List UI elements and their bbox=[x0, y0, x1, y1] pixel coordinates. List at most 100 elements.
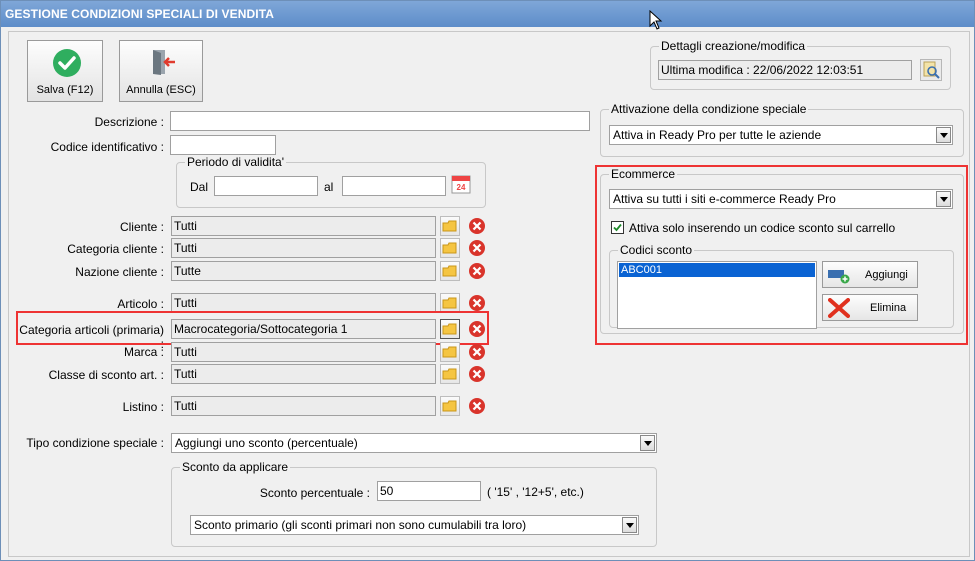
attivazione-select[interactable]: Attiva in Ready Pro per tutte le aziende bbox=[609, 125, 953, 145]
clear-icon bbox=[469, 240, 485, 256]
marca-browse-button[interactable] bbox=[440, 342, 460, 362]
classe-sconto-field: Tutti bbox=[171, 364, 436, 384]
folder-icon bbox=[442, 297, 457, 309]
search-icon bbox=[923, 61, 940, 79]
clear-icon bbox=[469, 344, 485, 360]
marca-clear-button[interactable] bbox=[467, 342, 487, 362]
categoria-cliente-field: Tutti bbox=[171, 238, 436, 258]
calendar-icon: 24 bbox=[451, 175, 471, 194]
sconto-percentuale-label: Sconto percentuale : bbox=[259, 486, 370, 500]
attivazione-group: Attivazione della condizione speciale At… bbox=[600, 102, 964, 157]
check-circle-icon bbox=[53, 49, 81, 77]
categoria-articoli-browse-button[interactable] bbox=[440, 319, 460, 339]
codici-sconto-title: Codici sconto bbox=[618, 243, 695, 257]
ecommerce-select[interactable]: Attiva su tutti i siti e-commerce Ready … bbox=[609, 189, 953, 209]
folder-icon bbox=[442, 242, 457, 254]
list-item[interactable]: ABC001 bbox=[619, 263, 815, 277]
attivazione-title: Attivazione della condizione speciale bbox=[609, 102, 809, 116]
marca-label: Marca : bbox=[123, 345, 164, 359]
sconto-tipo-value: Sconto primario (gli sconti primari non … bbox=[194, 518, 527, 532]
chevron-down-icon bbox=[936, 127, 951, 143]
listino-field: Tutti bbox=[171, 396, 436, 416]
listino-label: Listino : bbox=[122, 400, 164, 414]
title-bar: GESTIONE CONDIZIONI SPECIALI DI VENDITA bbox=[1, 1, 974, 27]
al-input[interactable] bbox=[342, 176, 446, 196]
ecommerce-group: Ecommerce Attiva su tutti i siti e-comme… bbox=[600, 167, 964, 334]
tipo-condizione-value: Aggiungi uno sconto (percentuale) bbox=[175, 436, 358, 450]
delete-x-icon bbox=[828, 298, 850, 318]
periodo-title: Periodo di validita' bbox=[185, 155, 287, 169]
ecommerce-value: Attiva su tutti i siti e-commerce Ready … bbox=[613, 192, 836, 206]
sconto-tipo-select[interactable]: Sconto primario (gli sconti primari non … bbox=[190, 515, 639, 535]
folder-icon bbox=[442, 346, 457, 358]
categoria-articoli-clear-button[interactable] bbox=[467, 319, 487, 339]
codici-sconto-group: Codici sconto ABC001 Aggiungi Elimina bbox=[609, 243, 954, 329]
folder-icon bbox=[442, 220, 457, 232]
codice-sconto-checkbox-label: Attiva solo inserendo un codice sconto s… bbox=[629, 221, 896, 235]
checkmark-icon bbox=[613, 223, 622, 232]
cliente-clear-button[interactable] bbox=[467, 216, 487, 236]
listino-browse-button[interactable] bbox=[440, 396, 460, 416]
sconto-group: Sconto da applicare Sconto percentuale :… bbox=[171, 460, 657, 547]
categoria-cliente-browse-button[interactable] bbox=[440, 238, 460, 258]
cliente-field: Tutti bbox=[171, 216, 436, 236]
categoria-articoli-field: Macrocategoria/Sottocategoria 1 bbox=[171, 319, 436, 339]
tipo-condizione-label: Tipo condizione speciale : bbox=[26, 436, 164, 450]
al-label: al bbox=[324, 180, 334, 194]
nazione-cliente-label: Nazione cliente : bbox=[75, 265, 164, 279]
articolo-browse-button[interactable] bbox=[440, 293, 460, 313]
window-title: GESTIONE CONDIZIONI SPECIALI DI VENDITA bbox=[5, 7, 275, 21]
categoria-cliente-clear-button[interactable] bbox=[467, 238, 487, 258]
descrizione-label: Descrizione : bbox=[94, 115, 164, 129]
articolo-label: Articolo : bbox=[117, 297, 164, 311]
delete-code-button[interactable]: Elimina bbox=[822, 294, 918, 321]
clear-icon bbox=[469, 218, 485, 234]
cancel-button[interactable]: Annulla (ESC) bbox=[119, 40, 203, 102]
details-group: Dettagli creazione/modifica Ultima modif… bbox=[650, 39, 951, 90]
codice-sconto-checkbox[interactable] bbox=[611, 221, 624, 234]
articolo-field: Tutti bbox=[171, 293, 436, 313]
calendar-day-text: 24 bbox=[457, 183, 466, 192]
clear-icon bbox=[469, 295, 485, 311]
clear-icon bbox=[469, 321, 485, 337]
details-search-button[interactable] bbox=[920, 59, 942, 81]
calendar-button[interactable]: 24 bbox=[450, 173, 472, 195]
chevron-down-icon bbox=[640, 435, 655, 451]
form-panel: Salva (F12) Annulla (ESC) Descrizione : … bbox=[8, 31, 970, 557]
classe-sconto-clear-button[interactable] bbox=[467, 364, 487, 384]
cliente-browse-button[interactable] bbox=[440, 216, 460, 236]
add-icon bbox=[828, 270, 850, 284]
codice-input[interactable] bbox=[170, 135, 276, 155]
sconto-percentuale-input[interactable]: 50 bbox=[377, 481, 481, 501]
mouse-cursor-icon bbox=[649, 10, 663, 30]
nazione-cliente-browse-button[interactable] bbox=[440, 261, 460, 281]
clear-icon bbox=[469, 263, 485, 279]
periodo-group: Periodo di validita' Dal al 24 bbox=[176, 155, 486, 208]
categoria-cliente-label: Categoria cliente : bbox=[67, 242, 164, 256]
main-window: GESTIONE CONDIZIONI SPECIALI DI VENDITA … bbox=[0, 0, 975, 561]
tipo-condizione-select[interactable]: Aggiungi uno sconto (percentuale) bbox=[171, 433, 657, 453]
sconto-title: Sconto da applicare bbox=[180, 460, 291, 474]
last-modified-field: Ultima modifica : 22/06/2022 12:03:51 bbox=[658, 60, 912, 80]
cliente-label: Cliente : bbox=[119, 220, 164, 234]
chevron-down-icon bbox=[622, 517, 637, 533]
save-button[interactable]: Salva (F12) bbox=[27, 40, 103, 102]
chevron-down-icon bbox=[936, 191, 951, 207]
clear-icon bbox=[469, 366, 485, 382]
descrizione-input[interactable] bbox=[170, 111, 590, 131]
exit-door-icon bbox=[153, 50, 175, 75]
attivazione-value: Attiva in Ready Pro per tutte le aziende bbox=[613, 128, 822, 142]
folder-icon bbox=[442, 400, 457, 412]
nazione-cliente-clear-button[interactable] bbox=[467, 261, 487, 281]
codice-label: Codice identificativo : bbox=[50, 140, 164, 154]
articolo-clear-button[interactable] bbox=[467, 293, 487, 313]
listino-clear-button[interactable] bbox=[467, 396, 487, 416]
clear-icon bbox=[469, 398, 485, 414]
codici-sconto-list[interactable]: ABC001 bbox=[617, 261, 817, 329]
classe-sconto-browse-button[interactable] bbox=[440, 364, 460, 384]
add-code-button[interactable]: Aggiungi bbox=[822, 261, 918, 288]
nazione-cliente-field: Tutte bbox=[171, 261, 436, 281]
dal-input[interactable] bbox=[214, 176, 318, 196]
folder-icon bbox=[442, 323, 457, 335]
details-title: Dettagli creazione/modifica bbox=[659, 39, 808, 53]
